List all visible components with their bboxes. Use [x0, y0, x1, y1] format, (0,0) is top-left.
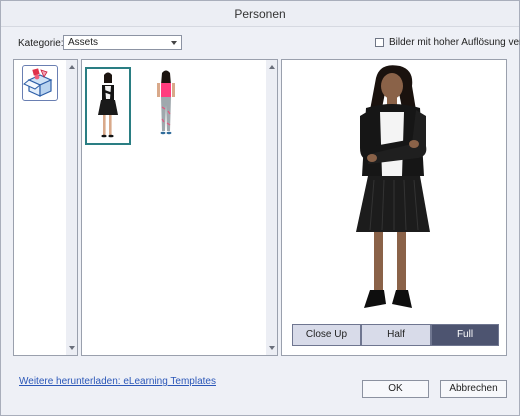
high-res-label: Bilder mit hoher Auflösung verwenden — [389, 37, 520, 48]
personen-dialog: Personen Kategorie: Assets Bilder mit ho… — [0, 0, 520, 416]
high-res-option[interactable]: Bilder mit hoher Auflösung verwenden — [375, 37, 520, 51]
close-up-button[interactable]: Close Up — [292, 324, 361, 346]
half-button[interactable]: Half — [361, 324, 431, 346]
thumbnail-woman-pink-top[interactable] — [145, 67, 191, 145]
category-select[interactable]: Assets — [63, 35, 182, 50]
library-scrollbar[interactable] — [66, 60, 77, 355]
thumbnail-woman-black-skirt[interactable] — [85, 67, 131, 145]
character-preview-image — [356, 65, 430, 308]
full-button[interactable]: Full — [431, 324, 499, 346]
library-list — [14, 60, 67, 117]
thumbnail-grid — [82, 60, 266, 174]
scroll-down-icon[interactable] — [269, 346, 275, 350]
library-panel — [13, 59, 78, 356]
title-bar: Personen — [1, 1, 519, 27]
dialog-title: Personen — [234, 7, 286, 21]
ok-button[interactable]: OK — [362, 380, 429, 398]
category-label: Kategorie: — [18, 38, 64, 49]
category-value: Assets — [68, 37, 99, 48]
scroll-up-icon[interactable] — [69, 65, 75, 69]
download-more-link[interactable]: Weitere herunterladen: eLearning Templat… — [19, 376, 216, 387]
cancel-button[interactable]: Abbrechen — [440, 380, 507, 398]
high-res-checkbox[interactable] — [375, 38, 384, 47]
thumbnail-scrollbar[interactable] — [266, 60, 277, 355]
chevron-down-icon — [171, 41, 177, 45]
preview-panel: Close Up Half Full — [281, 59, 507, 356]
thumbnail-panel — [81, 59, 278, 356]
scroll-up-icon[interactable] — [269, 65, 275, 69]
asset-library-icon[interactable] — [22, 65, 58, 101]
scroll-down-icon[interactable] — [69, 346, 75, 350]
